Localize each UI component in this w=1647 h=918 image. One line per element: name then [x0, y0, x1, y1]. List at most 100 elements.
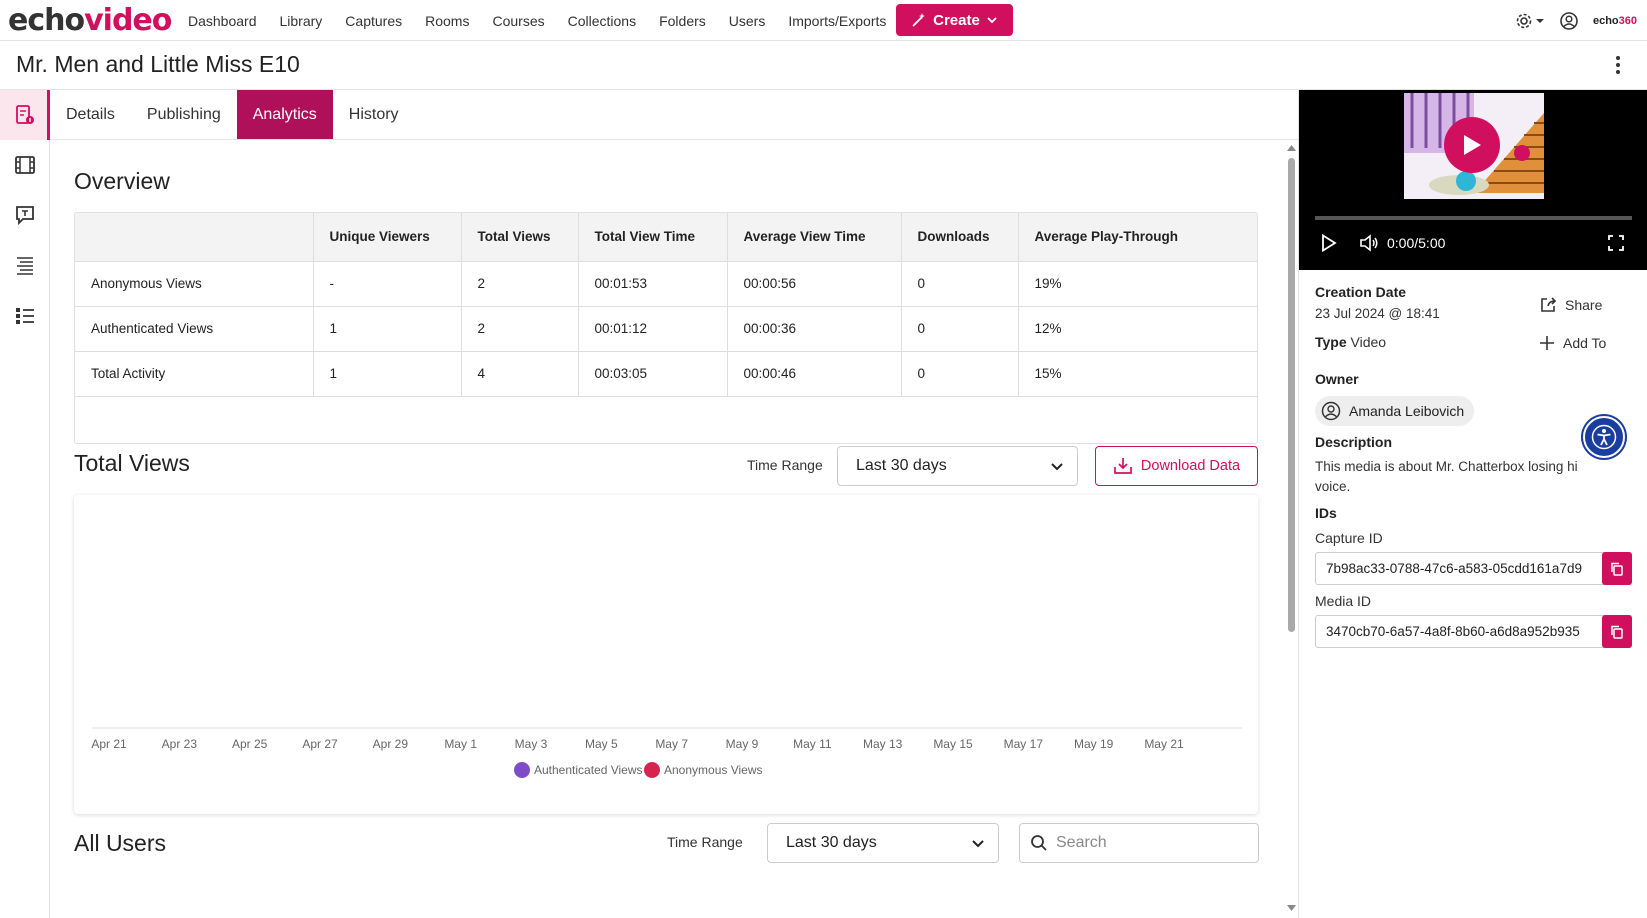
main-scrollbar[interactable]: [1285, 140, 1298, 918]
legend-swatch[interactable]: [644, 762, 660, 778]
description-label: Description: [1315, 434, 1393, 450]
x-tick-label: May 11: [793, 737, 832, 751]
row-label: Total Activity: [75, 351, 314, 397]
tab-publishing[interactable]: Publishing: [131, 90, 237, 139]
type-row: Type Video: [1315, 334, 1386, 350]
table-cell: -: [313, 261, 462, 307]
type-value: Video: [1350, 334, 1387, 350]
big-play-button[interactable]: [1444, 117, 1500, 173]
download-icon: [1114, 458, 1132, 474]
rail-media[interactable]: [0, 140, 49, 190]
title-bar: Mr. Men and Little Miss E10: [0, 41, 1647, 90]
settings-menu[interactable]: [1515, 12, 1545, 30]
col-header-unique-viewers: Unique Viewers: [313, 213, 462, 262]
legend-label[interactable]: Anonymous Views: [664, 763, 763, 777]
nav-rooms[interactable]: Rooms: [425, 13, 469, 29]
tab-history[interactable]: History: [333, 90, 415, 139]
media-id-field[interactable]: 3470cb70-6a57-4a8f-8b60-a6d8a952b935: [1315, 615, 1632, 648]
total-views-title: Total Views: [74, 450, 190, 476]
echo360-logo: echo360: [1593, 15, 1637, 27]
nav-captures[interactable]: Captures: [345, 13, 402, 29]
tab-details[interactable]: Details: [50, 90, 131, 139]
chart-legend: Authenticated Views Anonymous Views: [514, 762, 763, 778]
capture-id-field[interactable]: 7b98ac33-0788-47c6-a583-05cdd161a7d9: [1315, 552, 1632, 585]
x-tick-label: May 9: [726, 737, 759, 751]
user-account-icon[interactable]: [1559, 11, 1579, 31]
share-button[interactable]: Share: [1539, 296, 1602, 314]
rail-chapters[interactable]: [0, 240, 49, 290]
nav-dashboard[interactable]: Dashboard: [188, 13, 257, 29]
tab-analytics[interactable]: Analytics: [236, 90, 333, 139]
logo-echo-text: echo: [8, 3, 85, 38]
list-icon: [16, 257, 33, 275]
page-title: Mr. Men and Little Miss E10: [16, 51, 300, 77]
echo360-logo-a: echo: [1592, 14, 1619, 27]
create-button[interactable]: Create: [896, 4, 1013, 36]
accessibility-widget-button[interactable]: [1583, 416, 1625, 458]
users-time-range-select[interactable]: Last 30 days: [767, 823, 999, 863]
media-details-icon: [15, 105, 34, 124]
rail-captions[interactable]: [0, 190, 49, 240]
row-label: Authenticated Views: [75, 306, 314, 352]
time-range-select[interactable]: Last 30 days: [837, 446, 1078, 486]
total-views-chart: Apr 21 Apr 23 Apr 25 Apr 27 Apr 29 May 1 May 3…: [91, 727, 1242, 778]
x-tick-label: May 21: [1144, 737, 1184, 751]
copy-media-id-button[interactable]: [1602, 615, 1632, 648]
scroll-down-arrow-icon[interactable]: [1287, 905, 1296, 912]
tab-bar: Details Publishing Analytics History: [50, 90, 1298, 140]
playback-time: 0:00/5:00: [1387, 235, 1446, 251]
media-id-value: 3470cb70-6a57-4a8f-8b60-a6d8a952b935: [1326, 624, 1580, 639]
share-label: Share: [1565, 297, 1603, 313]
legend-label[interactable]: Authenticated Views: [534, 763, 643, 777]
copy-capture-id-button[interactable]: [1602, 552, 1632, 585]
col-header-average-play-through: Average Play-Through: [1018, 213, 1257, 262]
total-views-chart-card: Apr 21 Apr 23 Apr 25 Apr 27 Apr 29 May 1 May 3…: [74, 495, 1258, 814]
more-options-icon[interactable]: [1615, 55, 1621, 75]
video-progress-bar[interactable]: [1315, 216, 1632, 220]
users-search-box[interactable]: Search: [1019, 823, 1259, 863]
table-cell: 1: [313, 351, 462, 397]
owner-chip[interactable]: Amanda Leibovich: [1315, 396, 1475, 426]
volume-icon[interactable]: [1359, 234, 1379, 252]
chevron-down-icon: [987, 17, 997, 24]
chevron-down-icon: [1051, 463, 1063, 471]
download-data-button[interactable]: Download Data: [1095, 446, 1258, 486]
echovideo-logo[interactable]: echovideo: [8, 3, 172, 38]
col-header-downloads: Downloads: [901, 213, 1019, 262]
table-cell: 2: [461, 306, 579, 352]
description-line-2: voice.: [1315, 479, 1351, 494]
fullscreen-button[interactable]: [1608, 232, 1624, 254]
ids-label: IDs: [1315, 505, 1337, 521]
rail-details[interactable]: [0, 90, 50, 140]
main-nav-links: Dashboard Library Captures Rooms Courses…: [188, 0, 909, 41]
x-tick-label: May 5: [585, 737, 618, 751]
table-row: Total Activity 1 4 00:03:05 00:00:46 0 1…: [75, 351, 1257, 397]
captions-icon: [15, 206, 34, 226]
search-icon: [1031, 835, 1047, 851]
play-pause-button[interactable]: [1321, 232, 1337, 254]
nav-collections[interactable]: Collections: [568, 13, 636, 29]
col-header-average-view-time: Average View Time: [727, 213, 902, 262]
capture-id-value: 7b98ac33-0788-47c6-a583-05cdd161a7d9: [1326, 561, 1582, 576]
legend-swatch[interactable]: [514, 762, 530, 778]
nav-library[interactable]: Library: [280, 13, 323, 29]
scrollbar-thumb[interactable]: [1288, 158, 1295, 632]
x-tick-label: May 15: [933, 737, 973, 751]
x-tick-label: Apr 23: [162, 737, 198, 751]
nav-courses[interactable]: Courses: [492, 13, 544, 29]
user-avatar-icon: [1321, 401, 1341, 421]
rail-quiz[interactable]: [0, 290, 49, 340]
creation-date-value: 23 Jul 2024 @ 18:41: [1315, 306, 1440, 321]
row-label: Anonymous Views: [75, 261, 314, 307]
all-users-title: All Users: [74, 830, 167, 856]
nav-folders[interactable]: Folders: [659, 13, 706, 29]
add-to-button[interactable]: Add To: [1539, 335, 1606, 351]
copy-icon: [1611, 625, 1623, 639]
table-cell: 00:01:12: [578, 306, 728, 352]
x-tick-label: Apr 25: [232, 737, 268, 751]
x-tick-label: May 7: [655, 737, 688, 751]
scroll-up-arrow-icon[interactable]: [1287, 144, 1296, 151]
nav-users[interactable]: Users: [729, 13, 766, 29]
video-player[interactable]: 0:00/5:00: [1299, 90, 1647, 270]
nav-imports-exports[interactable]: Imports/Exports: [788, 13, 886, 29]
